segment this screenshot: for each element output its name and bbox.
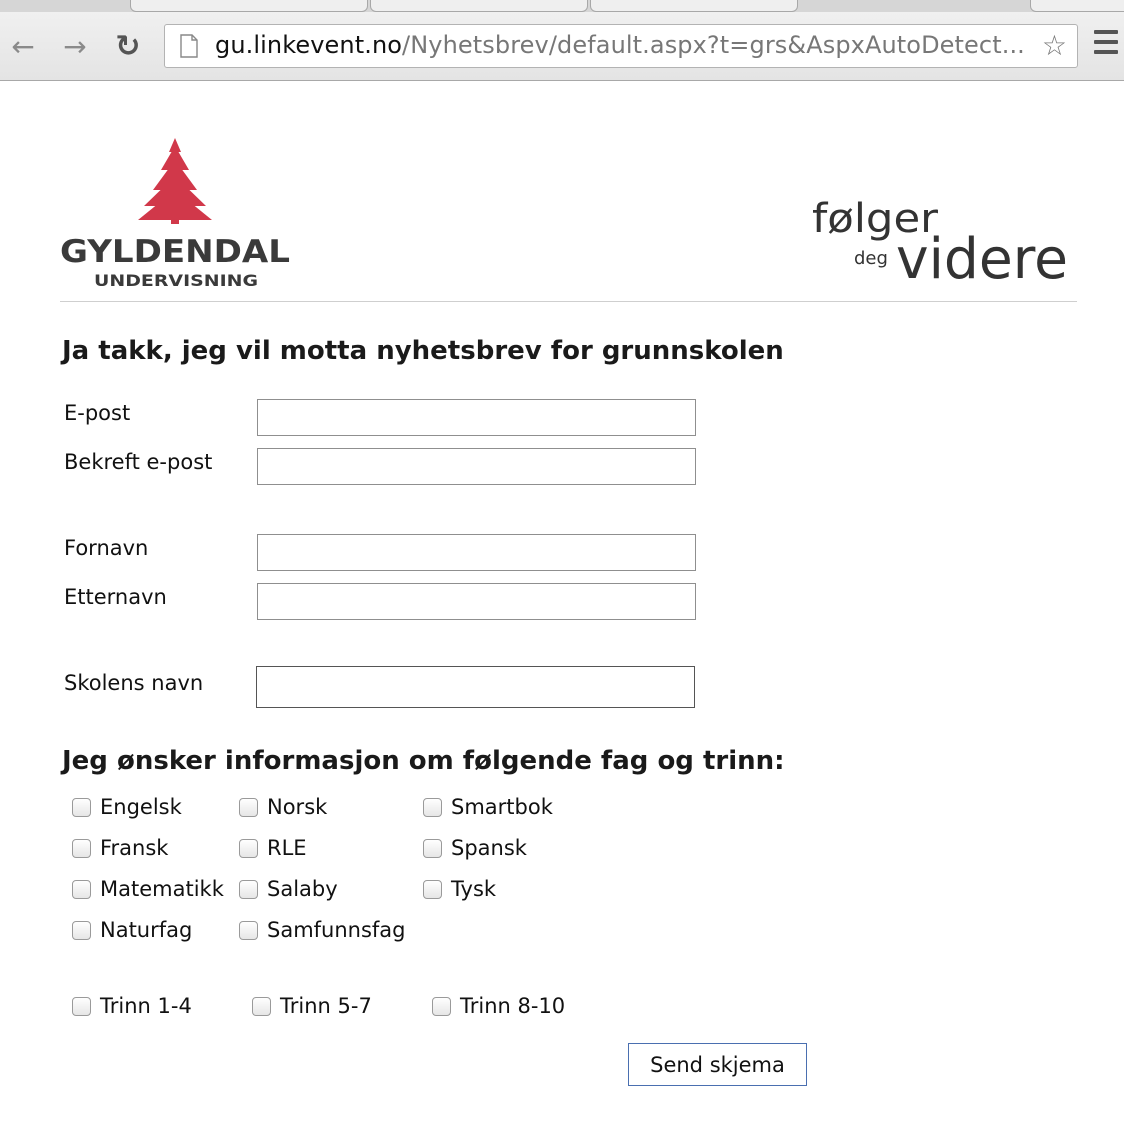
checkbox-label: Naturfag	[100, 918, 193, 942]
checkbox-box[interactable]	[239, 838, 258, 858]
checkbox-box[interactable]	[72, 879, 91, 899]
address-bar[interactable]: gu.linkevent.no/Nyhetsbrev/default.aspx?…	[164, 24, 1078, 68]
last-name-field[interactable]	[257, 583, 696, 620]
checkbox-norsk[interactable]: Norsk	[239, 795, 327, 819]
checkbox-label: Smartbok	[451, 795, 553, 819]
checkbox-label: Samfunnsfag	[267, 918, 406, 942]
checkbox-label: Fransk	[100, 836, 169, 860]
checkbox-box[interactable]	[252, 996, 271, 1016]
forward-arrow-icon[interactable]: →	[58, 28, 92, 66]
checkbox-label: Norsk	[267, 795, 328, 819]
bookmark-star-icon[interactable]: ☆	[1042, 31, 1067, 61]
checkbox-box[interactable]	[239, 879, 258, 899]
logo-name: GYLDENDAL	[60, 234, 290, 270]
form-title: Ja takk, jeg vil motta nyhetsbrev for gr…	[62, 336, 784, 366]
browser-tab[interactable]	[1030, 0, 1124, 12]
checkbox-label: Tysk	[451, 877, 497, 901]
reload-icon[interactable]: ↻	[110, 28, 146, 66]
logo-sub: UNDERVISNING	[94, 271, 258, 290]
checkbox-label: Salaby	[267, 877, 338, 901]
browser-toolbar: ← → ↻ gu.linkevent.no/Nyhetsbrev/default…	[0, 0, 1124, 81]
checkbox-matematikk[interactable]: Matematikk	[72, 877, 224, 901]
checkbox-label: Spansk	[451, 836, 527, 860]
checkbox-label: Trinn 5-7	[280, 994, 372, 1018]
checkbox-trinn-1-4[interactable]: Trinn 1-4	[72, 994, 192, 1018]
checkbox-samfunnsfag[interactable]: Samfunnsfag	[239, 918, 406, 942]
gyldendal-logo: GYLDENDAL UNDERVISNING	[60, 138, 290, 290]
confirm-email-label: Bekreft e-post	[64, 450, 213, 474]
first-name-field[interactable]	[257, 534, 696, 571]
browser-tab[interactable]	[370, 0, 588, 12]
back-arrow-icon[interactable]: ←	[6, 28, 40, 66]
checkbox-label: RLE	[267, 836, 307, 860]
checkbox-naturfag[interactable]: Naturfag	[72, 918, 192, 942]
checkbox-spansk[interactable]: Spansk	[423, 836, 527, 860]
checkbox-tysk[interactable]: Tysk	[423, 877, 496, 901]
tree-icon	[138, 138, 212, 224]
checkbox-rle[interactable]: RLE	[239, 836, 307, 860]
menu-icon[interactable]	[1094, 30, 1124, 60]
logo-tagline-2: videre	[896, 227, 1068, 288]
checkbox-box[interactable]	[423, 879, 442, 899]
checkbox-trinn-5-7[interactable]: Trinn 5-7	[252, 994, 372, 1018]
checkbox-smartbok[interactable]: Smartbok	[423, 795, 553, 819]
email-field[interactable]	[257, 399, 696, 436]
checkbox-label: Engelsk	[100, 795, 182, 819]
browser-tab[interactable]	[590, 0, 798, 12]
checkbox-fransk[interactable]: Fransk	[72, 836, 168, 860]
tab-strip	[0, 0, 1124, 12]
folger-deg-videre-logo: følger deg videre	[812, 196, 1068, 288]
send-form-button[interactable]: Send skjema	[628, 1043, 807, 1086]
checkbox-box[interactable]	[72, 996, 91, 1016]
checkbox-box[interactable]	[239, 797, 258, 817]
email-label: E-post	[64, 401, 131, 425]
school-name-label: Skolens navn	[64, 671, 204, 695]
checkbox-engelsk[interactable]: Engelsk	[72, 795, 182, 819]
checkbox-box[interactable]	[432, 996, 451, 1016]
subjects-heading: Jeg ønsker informasjon om følgende fag o…	[62, 746, 785, 776]
checkbox-trinn-8-10[interactable]: Trinn 8-10	[432, 994, 565, 1018]
checkbox-box[interactable]	[423, 838, 442, 858]
school-name-field[interactable]	[256, 666, 695, 708]
first-name-label: Fornavn	[64, 536, 149, 560]
browser-tab[interactable]	[130, 0, 368, 12]
checkbox-box[interactable]	[423, 797, 442, 817]
checkbox-label: Trinn 1-4	[100, 994, 192, 1018]
header-divider	[60, 301, 1077, 302]
checkbox-box[interactable]	[72, 797, 91, 817]
checkbox-box[interactable]	[72, 920, 91, 940]
url-text: gu.linkevent.no/Nyhetsbrev/default.aspx?…	[215, 31, 1025, 59]
checkbox-label: Trinn 8-10	[460, 994, 566, 1018]
checkbox-box[interactable]	[239, 920, 258, 940]
page-icon	[180, 34, 198, 58]
checkbox-salaby[interactable]: Salaby	[239, 877, 338, 901]
url-host: gu.linkevent.no	[215, 31, 403, 59]
last-name-label: Etternavn	[64, 585, 167, 609]
logo-tagline-small: deg	[854, 248, 888, 269]
checkbox-box[interactable]	[72, 838, 91, 858]
url-path: /Nyhetsbrev/default.aspx?t=grs&AspxAutoD…	[402, 31, 1025, 59]
confirm-email-field[interactable]	[257, 448, 696, 485]
checkbox-label: Matematikk	[100, 877, 224, 901]
